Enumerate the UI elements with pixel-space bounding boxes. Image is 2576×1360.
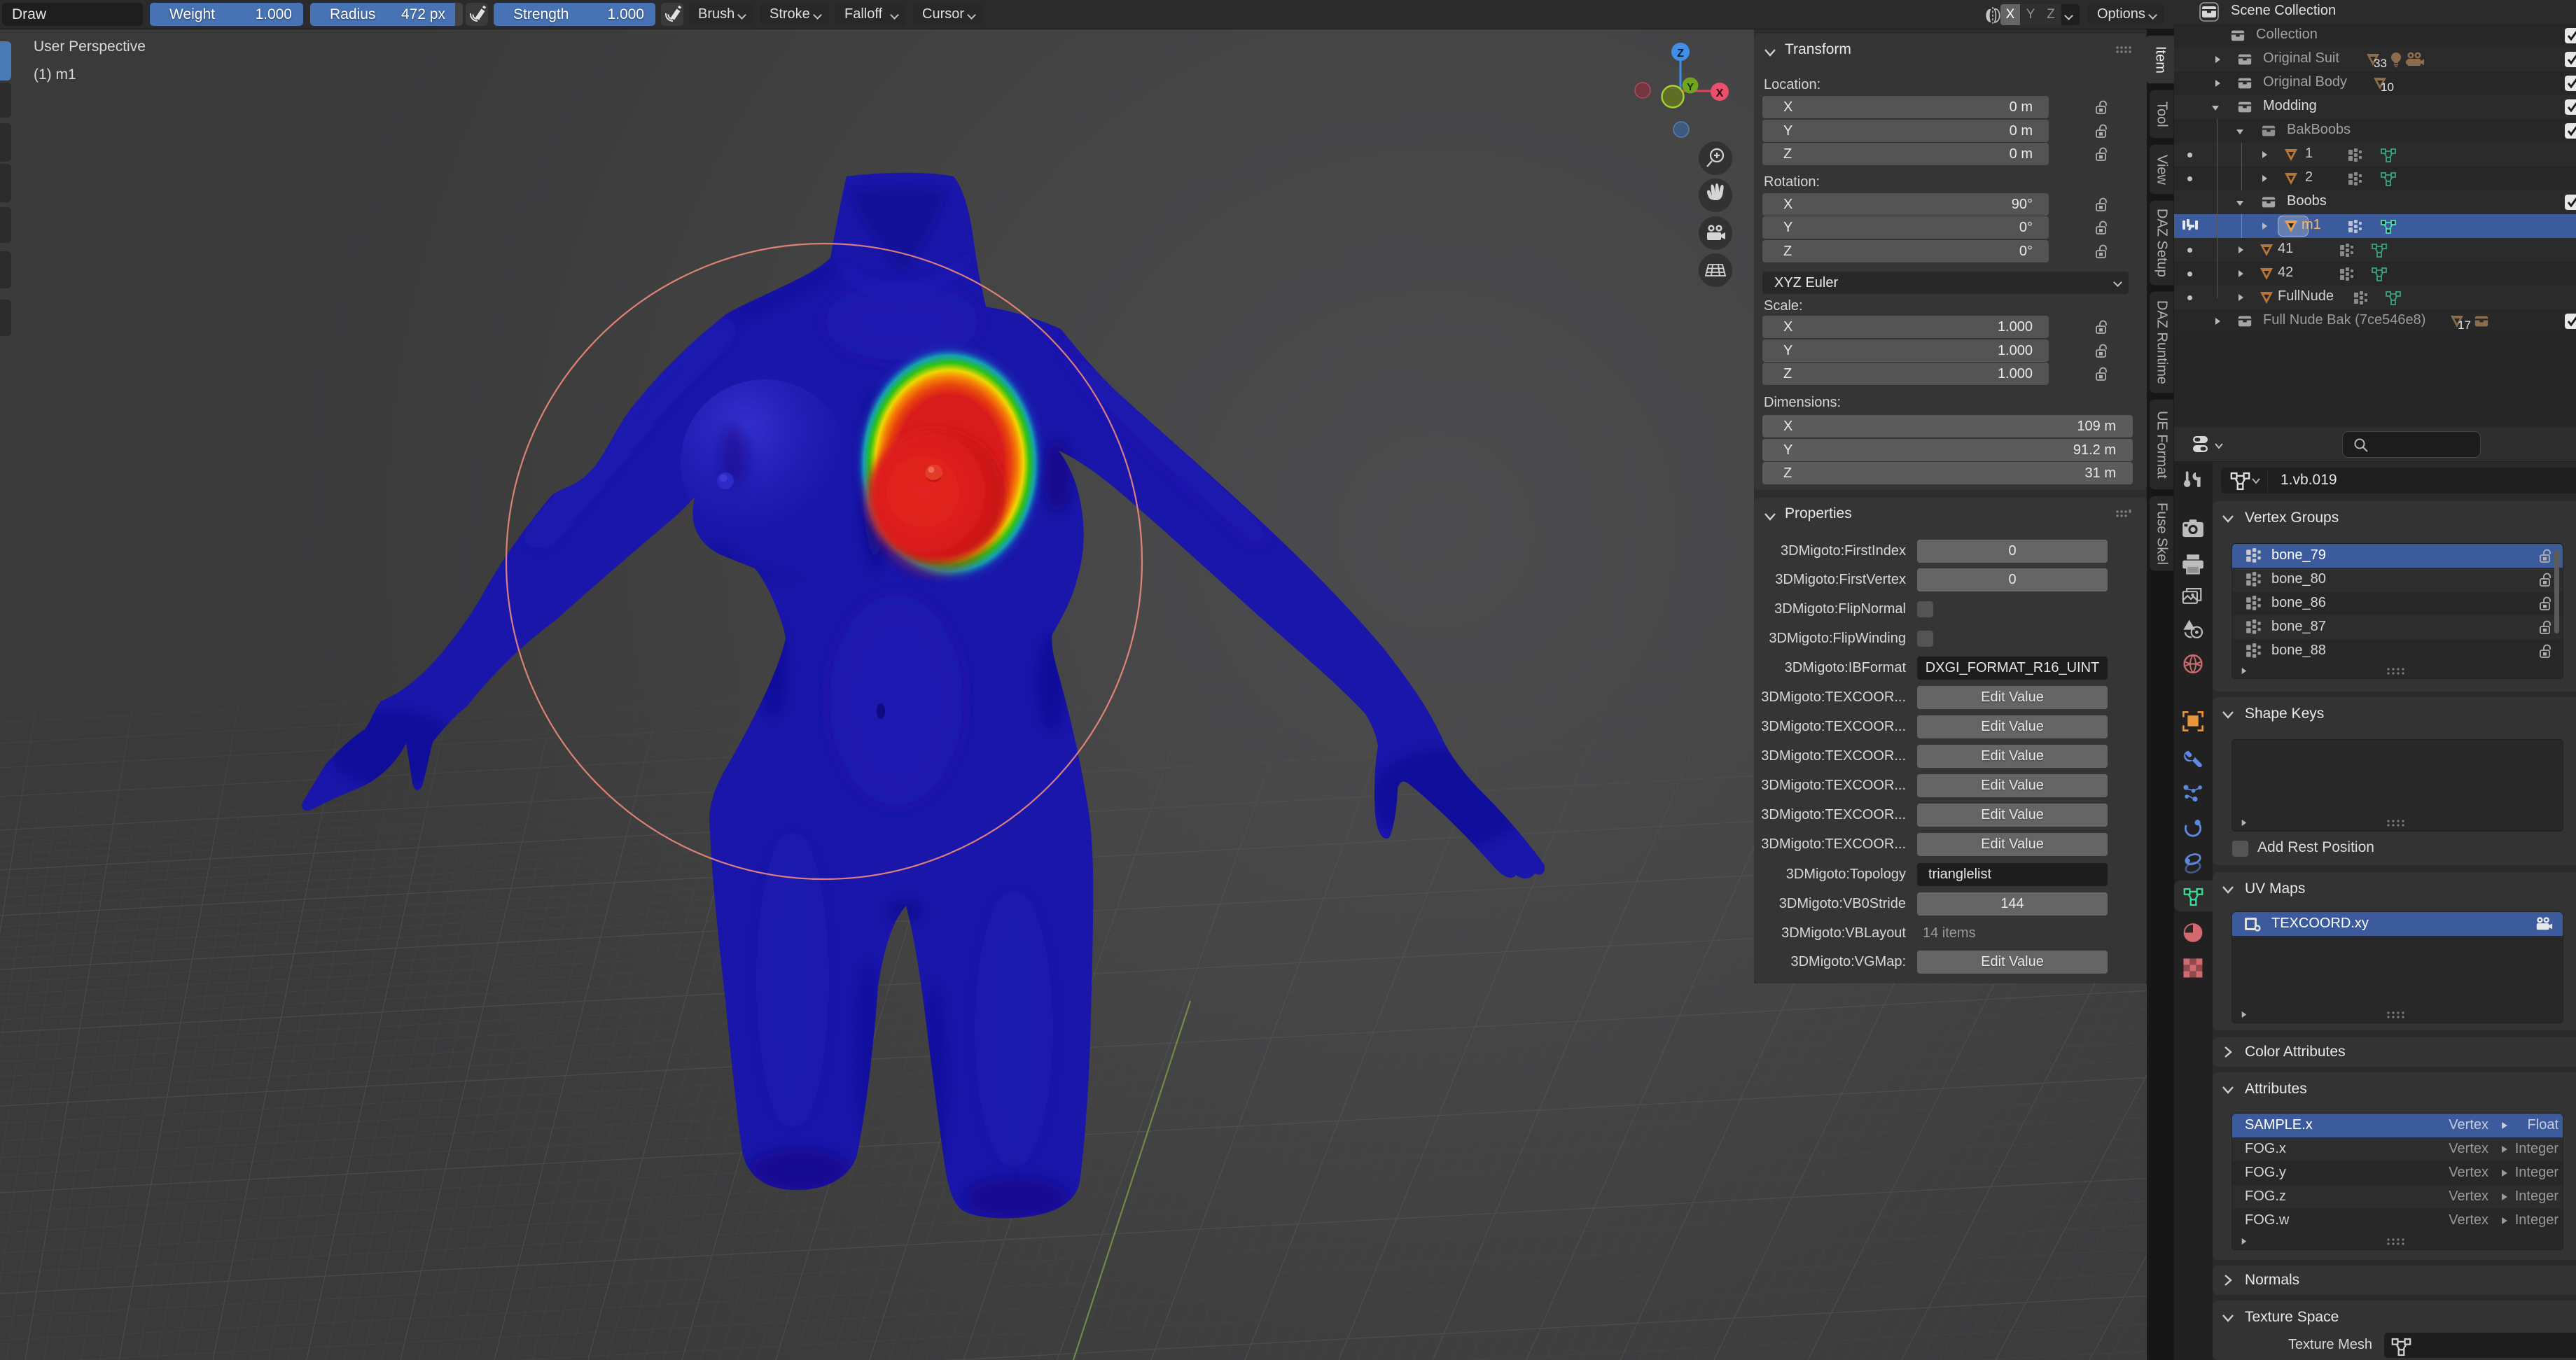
svg-text:Z: Z	[1677, 48, 1684, 59]
svg-text:Y: Y	[1687, 81, 1694, 93]
svg-text:X: X	[1716, 87, 1724, 99]
